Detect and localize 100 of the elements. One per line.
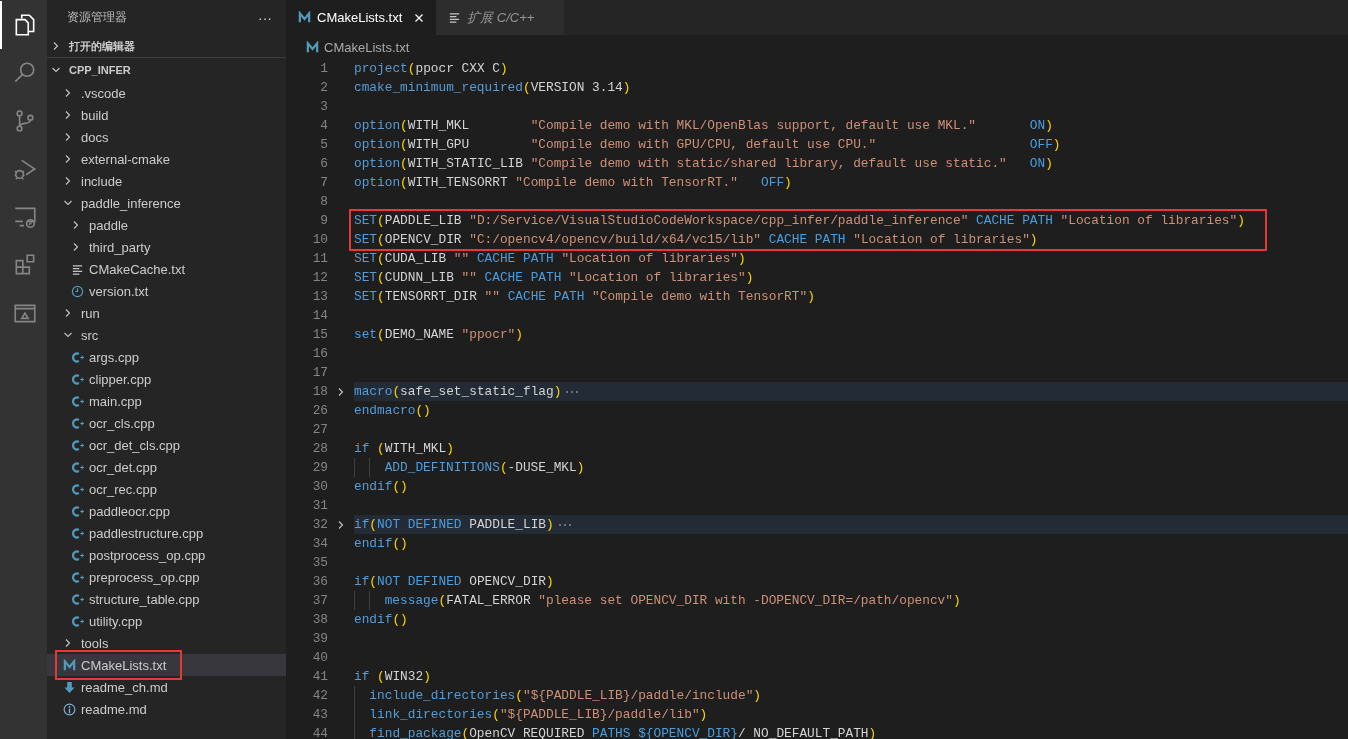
- line-number: 3: [319, 98, 328, 116]
- arrow-down-icon: [63, 680, 76, 694]
- code-line: if(NOT DEFINED PADDLE_LIB): [354, 516, 554, 534]
- line-number: 15: [311, 326, 328, 344]
- tree-item[interactable]: tools: [47, 632, 286, 654]
- c-plus-icon: [71, 350, 84, 364]
- file-name: clipper.cpp: [89, 371, 152, 387]
- editor-tab[interactable]: 扩展 C/C++: [436, 0, 565, 35]
- c-plus-icon: [71, 416, 84, 430]
- line-number: 1: [319, 60, 328, 78]
- code-line: option(WITH_GPU "Compile demo with GPU/CPU, default use CPU." OFF): [354, 136, 1061, 154]
- tree-item[interactable]: utility.cpp: [47, 610, 286, 632]
- code-line: set(DEMO_NAME "ppocr"): [354, 326, 523, 344]
- code-line: find_package(OpenCV REQUIRED PATHS ${OPENCV_DIR}/ NO_DEFAULT_PATH): [369, 725, 877, 739]
- file-name: readme_ch.md: [81, 679, 168, 695]
- tree-item[interactable]: paddlestructure.cpp: [47, 522, 286, 544]
- code-line: SET(CUDNN_LIB "" CACHE PATH "Location of libraries"): [354, 269, 754, 287]
- tree-item[interactable]: include: [47, 170, 286, 192]
- tab-title: 扩展 C/C++: [467, 8, 535, 27]
- tree-item[interactable]: third_party: [47, 236, 286, 258]
- file-name: version.txt: [89, 283, 149, 299]
- file-name: .vscode: [81, 85, 126, 101]
- tree-item[interactable]: build: [47, 104, 286, 126]
- tree-item[interactable]: external-cmake: [47, 148, 286, 170]
- section-header[interactable]: 打开的编辑器: [47, 35, 286, 57]
- explorer-title: 资源管理器: [67, 9, 127, 26]
- line-number: 14: [311, 307, 328, 325]
- line-number: 27: [311, 421, 328, 439]
- tree-item[interactable]: readme_ch.md: [47, 676, 286, 698]
- tree-item[interactable]: src: [47, 324, 286, 346]
- chevron-icon[interactable]: [336, 386, 346, 397]
- line-number: 41: [311, 668, 328, 686]
- tree-item[interactable]: postprocess_op.cpp: [47, 544, 286, 566]
- file-name: docs: [81, 129, 109, 145]
- m-icon: [63, 658, 76, 672]
- line-number: 42: [311, 687, 328, 705]
- file-name: readme.md: [81, 701, 147, 717]
- line-number: 17: [311, 364, 328, 382]
- code-line: option(WITH_MKL "Compile demo with MKL/OpenBlas support, default use MKL." ON): [354, 117, 1053, 135]
- code-line: endif(): [354, 611, 408, 629]
- line-number: 13: [311, 288, 328, 306]
- tree-item[interactable]: args.cpp: [47, 346, 286, 368]
- section-title: CPP_INFER: [69, 64, 131, 76]
- section-header[interactable]: CPP_INFER: [47, 57, 286, 82]
- m-icon: [306, 40, 319, 54]
- file-name: run: [81, 305, 100, 321]
- line-number: 26: [311, 402, 328, 420]
- code-line: SET(CUDA_LIB "" CACHE PATH "Location of libraries"): [354, 250, 746, 268]
- file-name: ocr_cls.cpp: [89, 415, 155, 431]
- c-plus-icon: [71, 372, 84, 386]
- line-number: 4: [319, 117, 328, 135]
- code-line: SET(PADDLE_LIB "D:/Service/VisualStudioCodeWorkspace/cpp_infer/paddle_inference" CACHE PATH "Location of libraries"): [354, 212, 1245, 230]
- tree-item[interactable]: main.cpp: [47, 390, 286, 412]
- line-number: 12: [311, 269, 328, 287]
- tree-item[interactable]: paddleocr.cpp: [47, 500, 286, 522]
- tree-item[interactable]: ocr_det_cls.cpp: [47, 434, 286, 456]
- tree-item[interactable]: structure_table.cpp: [47, 588, 286, 610]
- c-plus-icon: [71, 438, 84, 452]
- breadcrumb-item[interactable]: CMakeLists.txt: [324, 39, 410, 55]
- file-name: tools: [81, 635, 109, 651]
- chevron-icon[interactable]: [336, 519, 346, 530]
- line-number: 32: [311, 516, 328, 534]
- line-number: 36: [311, 573, 328, 591]
- file-name: main.cpp: [89, 393, 142, 409]
- tree-item[interactable]: paddle_inference: [47, 192, 286, 214]
- tree-item[interactable]: ocr_cls.cpp: [47, 412, 286, 434]
- file-name: build: [81, 107, 109, 123]
- tree-item[interactable]: clipper.cpp: [47, 368, 286, 390]
- file-name: utility.cpp: [89, 613, 143, 629]
- file-name: ocr_det_cls.cpp: [89, 437, 181, 453]
- file-name: src: [81, 327, 99, 343]
- line-number: 16: [311, 345, 328, 363]
- line-number: 37: [311, 592, 328, 610]
- tree-item[interactable]: ocr_rec.cpp: [47, 478, 286, 500]
- file-name: paddleocr.cpp: [89, 503, 170, 519]
- code-line: SET(OPENCV_DIR "C:/opencv4/opencv/build/x64/vc15/lib" CACHE PATH "Location of libraries"): [354, 231, 1038, 249]
- code-line: option(WITH_STATIC_LIB "Compile demo with static/shared library, default use static." ON): [354, 155, 1053, 173]
- tree-item[interactable]: .vscode: [47, 82, 286, 104]
- editor-tab[interactable]: CMakeLists.txt: [286, 0, 437, 35]
- c-plus-icon: [71, 614, 84, 628]
- tree-item[interactable]: ocr_det.cpp: [47, 456, 286, 478]
- more-actions-button[interactable]: ···: [256, 9, 274, 26]
- code-line: option(WITH_TENSORRT "Compile demo with TensorRT." OFF): [354, 174, 792, 192]
- line-number: 5: [319, 136, 328, 154]
- lines-icon: [448, 11, 462, 24]
- file-name: ocr_rec.cpp: [89, 481, 157, 497]
- line-number: 34: [311, 535, 328, 553]
- tree-item[interactable]: run: [47, 302, 286, 324]
- code-line: macro(safe_set_static_flag): [354, 383, 562, 401]
- tree-item[interactable]: readme.md: [47, 698, 286, 720]
- line-number: 39: [311, 630, 328, 648]
- tree-item[interactable]: CMakeCache.txt: [47, 258, 286, 280]
- tree-item[interactable]: preprocess_op.cpp: [47, 566, 286, 588]
- tree-item[interactable]: docs: [47, 126, 286, 148]
- code-line: endif(): [354, 535, 408, 553]
- close-icon[interactable]: [414, 12, 425, 23]
- tree-item[interactable]: paddle: [47, 214, 286, 236]
- line-number: 43: [311, 706, 328, 724]
- file-name: CMakeCache.txt: [89, 261, 186, 277]
- tree-item[interactable]: version.txt: [47, 280, 286, 302]
